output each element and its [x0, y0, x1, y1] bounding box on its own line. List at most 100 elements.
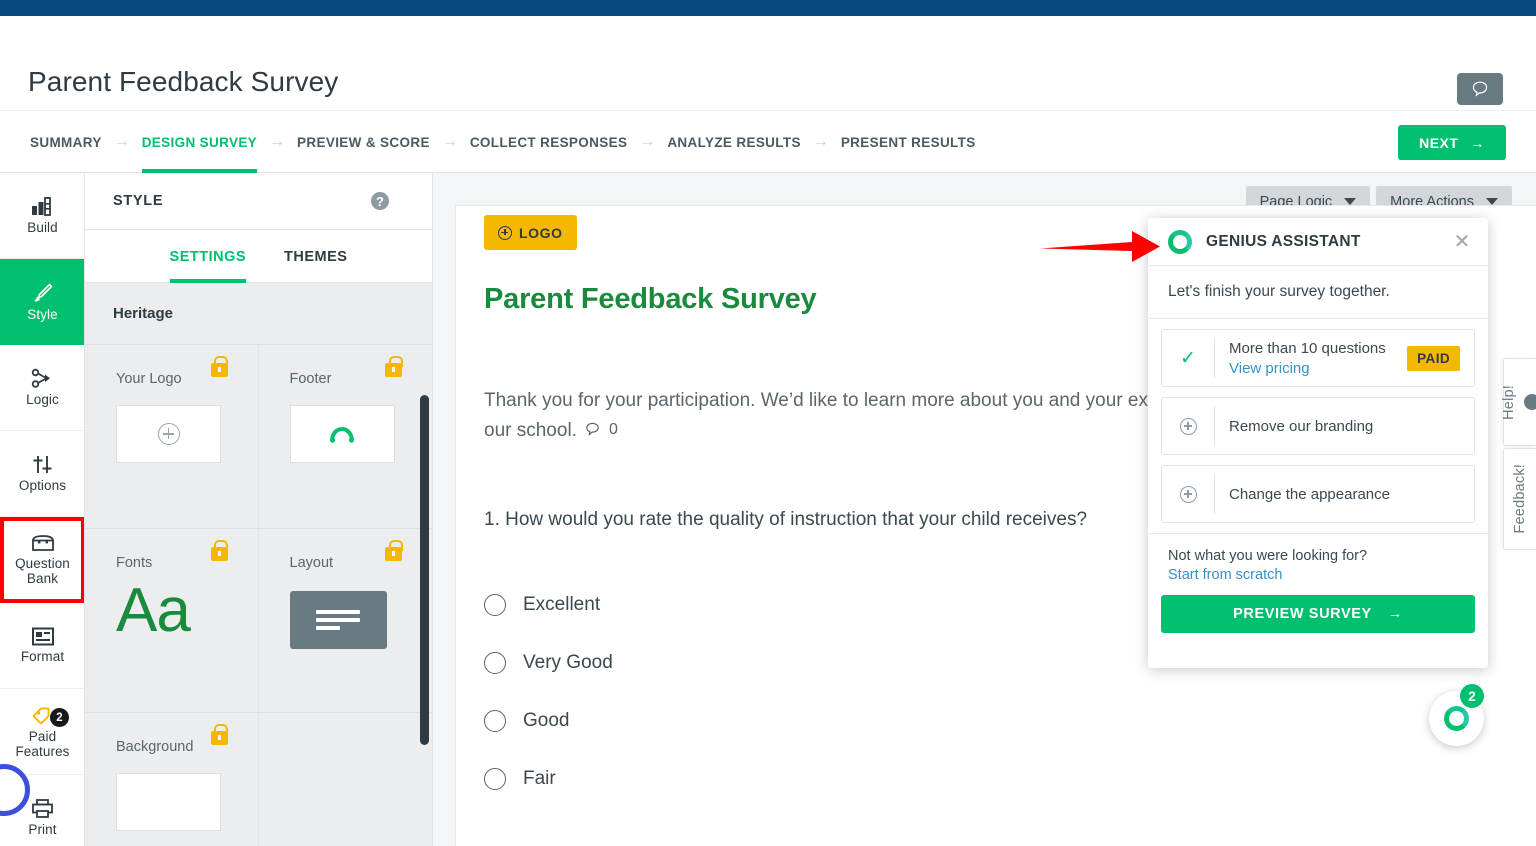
background-preview[interactable] — [116, 773, 221, 831]
crumb-design-survey[interactable]: DESIGN SURVEY — [141, 111, 258, 173]
option-row[interactable]: Fair — [484, 750, 613, 808]
style-panel-header: STYLE ? — [85, 173, 432, 230]
title-bar: Parent Feedback Survey — [0, 16, 1536, 111]
crumb-present-results[interactable]: PRESENT RESULTS — [841, 111, 976, 173]
question-bank-icon — [31, 535, 54, 551]
theme-name: Heritage — [85, 283, 432, 345]
intro-comment-indicator[interactable]: 0 — [584, 415, 618, 444]
printer-icon — [32, 799, 53, 818]
sidebar-item-label: Options — [18, 478, 67, 493]
crumb-arrow-icon: → — [639, 133, 656, 150]
plus-icon-wrap — [1162, 406, 1214, 446]
top-navy-bar — [0, 0, 1536, 16]
sidebar-item-build[interactable]: Build — [0, 173, 84, 259]
tab-themes[interactable]: THEMES — [284, 230, 347, 283]
layout-line — [316, 618, 360, 622]
sidebar-item-label: Build — [27, 220, 58, 235]
crumb-analyze-results[interactable]: ANALYZE RESULTS — [667, 111, 801, 173]
style-panel-body: Heritage Your Logo Footer Fonts Aa Layou… — [85, 283, 432, 846]
sidebar-item-format[interactable]: Format — [0, 603, 84, 689]
preview-survey-label: PREVIEW SURVEY — [1233, 606, 1372, 622]
radio-icon[interactable] — [484, 710, 506, 732]
option-row[interactable]: Very Good — [484, 634, 613, 692]
style-option-label: Background — [116, 739, 194, 755]
genius-item-body: Remove our branding — [1214, 406, 1474, 446]
sidebar-item-logic[interactable]: Logic — [0, 345, 84, 431]
genius-ring-icon — [1444, 706, 1469, 731]
comment-button[interactable] — [1457, 73, 1503, 105]
logic-branch-icon — [31, 368, 50, 388]
help-tab[interactable]: Help! ? — [1501, 358, 1536, 446]
genius-footer: Not what you were looking for? Start fro… — [1148, 533, 1488, 595]
left-rail: Build Style Logic Options Question Bank … — [0, 173, 85, 846]
style-option-label: Your Logo — [116, 371, 182, 387]
genius-item-label: More than 10 questions — [1229, 339, 1386, 357]
breadcrumb: SUMMARY → DESIGN SURVEY → PREVIEW & SCOR… — [30, 111, 976, 173]
option-row[interactable]: Excellent — [484, 576, 613, 634]
genius-assistant-panel: GENIUS ASSISTANT ✕ Let's finish your sur… — [1148, 218, 1488, 668]
comment-bubble-icon — [586, 422, 599, 436]
layout-line — [316, 626, 340, 630]
option-row[interactable]: Good — [484, 692, 613, 750]
style-option-layout[interactable]: Layout — [258, 529, 432, 713]
genius-item-more-questions[interactable]: ✓ More than 10 questions View pricing PA… — [1161, 329, 1475, 387]
preview-survey-button[interactable]: PREVIEW SURVEY → — [1161, 595, 1475, 633]
radio-icon[interactable] — [484, 768, 506, 790]
page-title: Parent Feedback Survey — [28, 66, 339, 97]
sidebar-item-paid-features[interactable]: 2 Paid Features — [0, 689, 84, 775]
start-from-scratch-link[interactable]: Start from scratch — [1168, 567, 1468, 583]
crumb-collect-responses[interactable]: COLLECT RESPONSES — [470, 111, 627, 173]
style-option-your-logo[interactable]: Your Logo — [85, 345, 259, 529]
add-logo-button[interactable]: LOGO — [484, 215, 577, 250]
logo-preview[interactable] — [116, 405, 221, 463]
option-label: Fair — [523, 768, 556, 789]
plus-circle-icon — [498, 225, 512, 240]
close-icon[interactable]: ✕ — [1452, 232, 1472, 252]
arrow-right-icon: → — [1470, 134, 1485, 151]
help-icon[interactable]: ? — [371, 192, 389, 210]
lock-icon — [385, 540, 403, 561]
style-option-label: Footer — [289, 371, 332, 387]
plus-circle-icon — [157, 423, 180, 445]
intro-comment-count: 0 — [608, 421, 618, 438]
style-option-background[interactable]: Background — [85, 713, 259, 846]
sidebar-item-options[interactable]: Options — [0, 431, 84, 517]
crumb-summary[interactable]: SUMMARY — [30, 111, 102, 173]
layout-preview[interactable] — [289, 591, 387, 649]
next-button[interactable]: NEXT → — [1398, 125, 1506, 160]
format-layout-icon — [31, 627, 54, 646]
radio-icon[interactable] — [484, 594, 506, 616]
crumb-preview-score[interactable]: PREVIEW & SCORE — [297, 111, 430, 173]
view-pricing-link[interactable]: View pricing — [1229, 360, 1397, 377]
build-bars-icon — [32, 197, 51, 216]
style-panel-title: STYLE — [113, 193, 164, 209]
genius-subtitle: Let's finish your survey together. — [1148, 266, 1488, 319]
style-option-label: Layout — [289, 555, 334, 571]
style-options-grid: Your Logo Footer Fonts Aa Layout Backgro… — [85, 345, 432, 846]
style-option-footer[interactable]: Footer — [258, 345, 432, 529]
sidebar-item-question-bank[interactable]: Question Bank — [0, 517, 84, 603]
genius-item-label: Change the appearance — [1229, 485, 1390, 503]
next-button-label: NEXT — [1419, 134, 1459, 151]
annotation-arrow-icon — [1040, 231, 1160, 262]
survey-heading[interactable]: Parent Feedback Survey — [484, 283, 817, 316]
radio-icon[interactable] — [484, 652, 506, 674]
genius-ring-icon — [1168, 229, 1192, 254]
style-option-fonts[interactable]: Fonts Aa — [85, 529, 259, 713]
tab-settings[interactable]: SETTINGS — [169, 230, 247, 283]
footer-preview[interactable] — [289, 405, 395, 463]
sidebar-item-style[interactable]: Style — [0, 259, 84, 345]
chevron-down-icon — [1486, 198, 1498, 205]
panel-scrollbar[interactable] — [420, 395, 429, 745]
sidebar-item-label: Format — [20, 649, 65, 664]
style-option-empty — [259, 713, 433, 846]
genius-item-body: More than 10 questions View pricing — [1214, 338, 1407, 378]
genius-item-change-appearance[interactable]: Change the appearance — [1161, 465, 1475, 523]
plus-circle-icon — [1179, 417, 1197, 435]
paid-features-badge: 2 — [50, 708, 69, 727]
genius-item-remove-branding[interactable]: Remove our branding — [1161, 397, 1475, 455]
feedback-tab-label: Feedback! — [1512, 464, 1528, 534]
option-label: Very Good — [523, 652, 613, 673]
genius-suggestion-list: ✓ More than 10 questions View pricing PA… — [1148, 319, 1488, 523]
feedback-tab[interactable]: Feedback! — [1503, 448, 1536, 550]
